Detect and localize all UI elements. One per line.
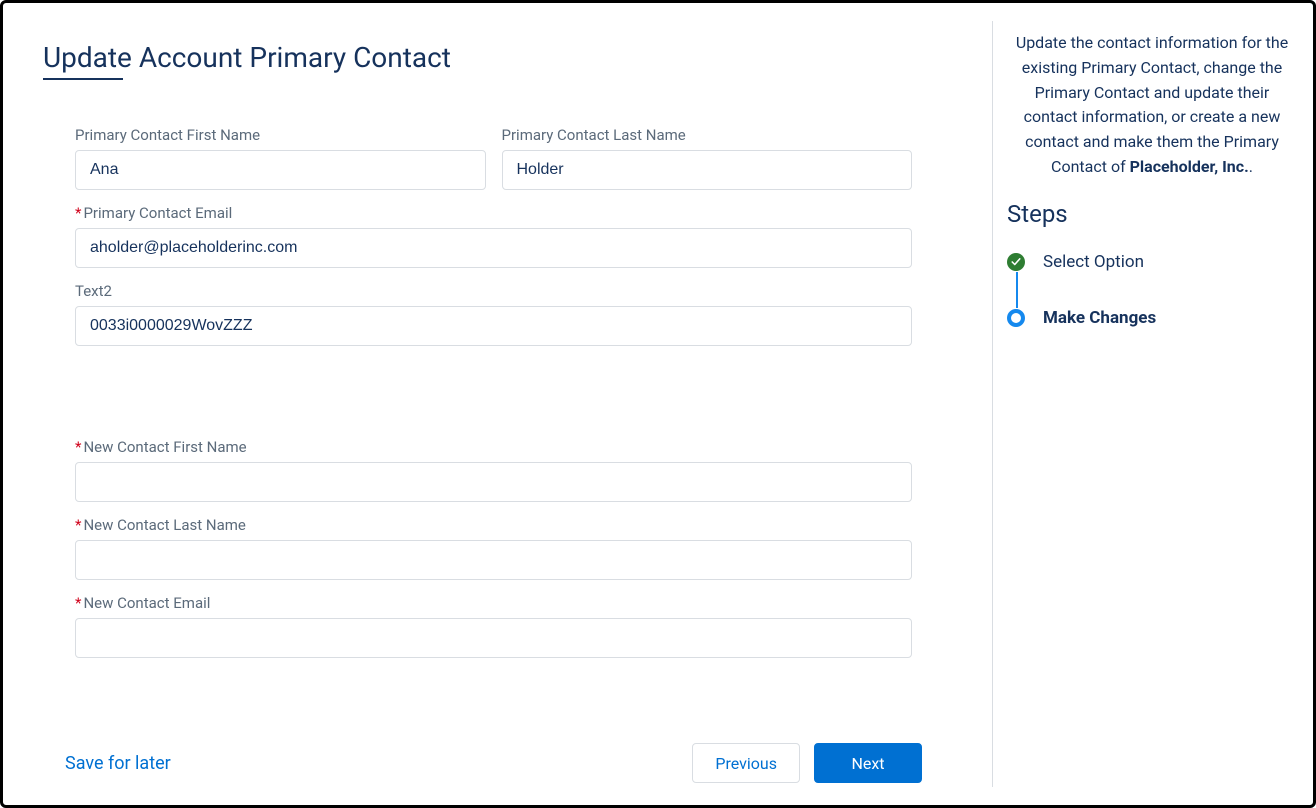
new-email-input[interactable]: [75, 618, 912, 658]
primary-last-name-input[interactable]: [502, 150, 913, 190]
section-gap: [75, 360, 912, 438]
sidebar-help-bold: Placeholder, Inc.: [1130, 157, 1249, 176]
next-button[interactable]: Next: [814, 743, 922, 783]
primary-first-name-label: Primary Contact First Name: [75, 126, 486, 144]
primary-last-name-field: Primary Contact Last Name: [502, 126, 913, 190]
required-asterisk: *: [75, 594, 81, 612]
step-label: Select Option: [1043, 252, 1144, 272]
steps-list: Select Option Make Changes: [1007, 252, 1297, 328]
sidebar-help-prefix: Update the contact information for the e…: [1016, 33, 1288, 176]
text2-input[interactable]: [75, 306, 912, 346]
new-email-label-text: New Contact Email: [83, 594, 210, 612]
current-step-icon: [1007, 309, 1025, 327]
text2-field: Text2: [75, 282, 912, 346]
save-for-later-link[interactable]: Save for later: [65, 753, 171, 774]
new-email-field: *New Contact Email: [75, 594, 912, 658]
primary-name-row: Primary Contact First Name Primary Conta…: [75, 126, 912, 204]
footer-bar: Save for later Previous Next: [43, 731, 944, 787]
new-last-name-field: *New Contact Last Name: [75, 516, 912, 580]
new-first-name-input[interactable]: [75, 462, 912, 502]
new-last-name-label: *New Contact Last Name: [75, 516, 912, 534]
step-label: Make Changes: [1043, 308, 1156, 328]
primary-last-name-label: Primary Contact Last Name: [502, 126, 913, 144]
new-email-label: *New Contact Email: [75, 594, 912, 612]
step-connector: [1016, 272, 1018, 308]
primary-email-label-text: Primary Contact Email: [83, 204, 232, 222]
vertical-divider: [992, 21, 993, 787]
sidebar-help-text: Update the contact information for the e…: [1007, 31, 1297, 180]
new-first-name-label-text: New Contact First Name: [83, 438, 246, 456]
previous-button[interactable]: Previous: [692, 743, 800, 783]
primary-first-name-input[interactable]: [75, 150, 486, 190]
required-asterisk: *: [75, 204, 81, 222]
main-panel: Update Account Primary Contact Primary C…: [21, 21, 966, 787]
step-select-option: Select Option: [1007, 252, 1297, 272]
sidebar-panel: Update the contact information for the e…: [1007, 21, 1303, 787]
primary-email-input[interactable]: [75, 228, 912, 268]
app-frame: Update Account Primary Contact Primary C…: [0, 0, 1316, 808]
form-area: Primary Contact First Name Primary Conta…: [43, 126, 944, 731]
steps-heading: Steps: [1007, 200, 1297, 228]
new-first-name-field: *New Contact First Name: [75, 438, 912, 502]
sidebar-help-suffix: .: [1249, 157, 1253, 176]
required-asterisk: *: [75, 438, 81, 456]
new-last-name-input[interactable]: [75, 540, 912, 580]
title-underline: [43, 78, 123, 80]
check-circle-icon: [1007, 253, 1025, 271]
text2-label: Text2: [75, 282, 912, 300]
new-last-name-label-text: New Contact Last Name: [83, 516, 245, 534]
required-asterisk: *: [75, 516, 81, 534]
page-title: Update Account Primary Contact: [43, 41, 944, 74]
primary-email-label: *Primary Contact Email: [75, 204, 912, 222]
step-make-changes: Make Changes: [1007, 308, 1297, 328]
primary-first-name-field: Primary Contact First Name: [75, 126, 486, 190]
primary-email-field: *Primary Contact Email: [75, 204, 912, 268]
new-first-name-label: *New Contact First Name: [75, 438, 912, 456]
